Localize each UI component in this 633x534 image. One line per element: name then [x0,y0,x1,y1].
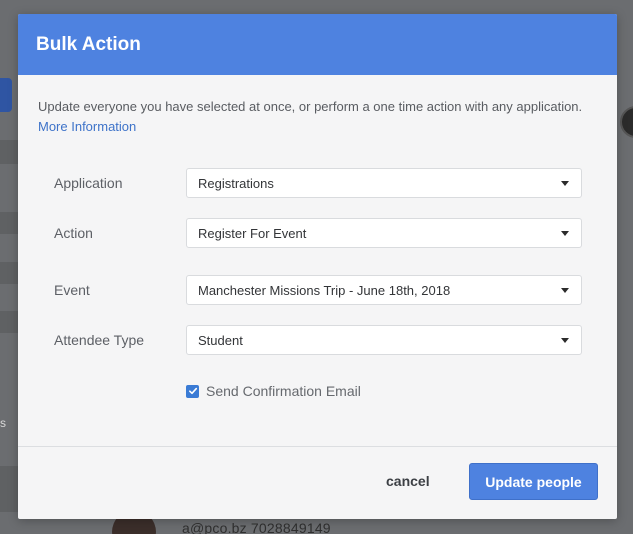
application-value: Registrations [198,175,274,191]
caret-down-icon [561,337,569,343]
footer-divider [18,446,617,447]
action-value: Register For Event [198,225,307,241]
intro-text: Update everyone you have selected at onc… [18,75,617,137]
event-select[interactable]: Manchester Missions Trip - June 18th, 20… [186,275,582,305]
caret-down-icon [561,287,569,293]
action-row: Action Register For Event [54,218,582,248]
background-side-text: s [0,416,6,430]
background-row [0,262,18,284]
more-information-link[interactable]: More Information [38,119,136,134]
intro-description: Update everyone you have selected at onc… [38,99,583,114]
application-row: Application Registrations [54,168,582,198]
attendee-type-value: Student [198,332,243,348]
action-label: Action [54,225,93,241]
cancel-button[interactable]: cancel [386,473,430,489]
bulk-action-modal: Bulk Action Update everyone you have sel… [18,14,617,519]
background-nav-tab [0,78,12,112]
application-label: Application [54,175,123,191]
send-confirmation-label: Send Confirmation Email [206,383,361,399]
checkmark-icon [188,387,197,395]
attendee-type-select[interactable]: Student [186,325,582,355]
modal-title: Bulk Action [36,33,141,55]
background-contact-text: a@pco.bz 7028849149 [182,520,331,534]
application-select[interactable]: Registrations [186,168,582,198]
send-confirmation-checkbox[interactable] [186,384,199,398]
event-value: Manchester Missions Trip - June 18th, 20… [198,282,451,298]
attendee-type-label: Attendee Type [54,332,145,348]
action-select[interactable]: Register For Event [186,218,582,248]
background-row [0,140,18,164]
attendee-type-row: Attendee Type Student [54,325,582,355]
background-row [0,212,18,234]
caret-down-icon [561,230,569,236]
send-confirmation-row: Send Confirmation Email [186,383,361,399]
modal-header: Bulk Action [18,14,617,75]
background-row [0,466,18,512]
caret-down-icon [561,180,569,186]
background-row [0,311,18,333]
event-label: Event [54,282,90,298]
event-row: Event Manchester Missions Trip - June 18… [54,275,582,305]
update-people-button[interactable]: Update people [469,463,598,500]
